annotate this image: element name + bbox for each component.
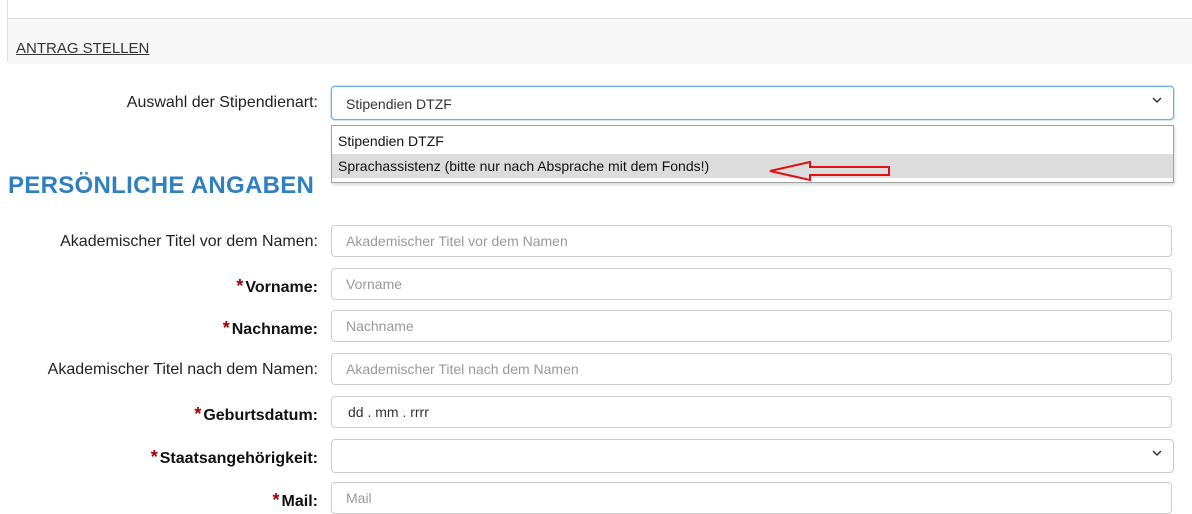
stipend-type-selected-value: Stipendien DTZF	[346, 96, 452, 112]
nationality-label-text: Staatsangehörigkeit:	[159, 450, 318, 467]
nationality-select[interactable]	[331, 439, 1174, 473]
chevron-down-icon	[1152, 450, 1162, 457]
title-before-label: Akademischer Titel vor dem Namen:	[60, 233, 318, 250]
antrag-stellen-link[interactable]: ANTRAG STELLEN	[16, 40, 149, 57]
application-panel	[7, 0, 1192, 64]
first-name-input[interactable]	[331, 268, 1172, 300]
required-marker: *	[236, 276, 244, 296]
section-heading: PERSÖNLICHE ANGABEN	[8, 172, 315, 199]
mail-label-text: Mail:	[281, 493, 318, 510]
birthdate-input[interactable]: dd . mm . rrrr	[331, 396, 1172, 428]
panel-header	[8, 18, 1192, 64]
stipend-type-select[interactable]: Stipendien DTZF	[331, 86, 1174, 120]
nationality-label: * Staatsangehörigkeit:	[151, 447, 318, 468]
dropdown-option-sprachassistenz[interactable]: Sprachassistenz (bitte nur nach Absprach…	[332, 154, 1173, 178]
title-after-input[interactable]	[331, 353, 1172, 385]
birthdate-label-text: Geburtsdatum:	[203, 407, 318, 424]
last-name-input[interactable]	[331, 310, 1172, 342]
title-before-input[interactable]	[331, 225, 1172, 257]
required-marker: *	[272, 490, 280, 510]
mail-label: * Mail:	[273, 490, 318, 511]
mail-input[interactable]	[331, 482, 1172, 514]
stipend-type-label: Auswahl der Stipendienart:	[126, 94, 318, 111]
last-name-label-text: Nachname:	[231, 321, 318, 338]
dropdown-option-dtzf[interactable]: Stipendien DTZF	[332, 129, 1173, 153]
first-name-label-text: Vorname:	[245, 279, 318, 296]
birthdate-label: * Geburtsdatum:	[194, 404, 318, 425]
first-name-label: * Vorname:	[236, 276, 318, 297]
title-after-label: Akademischer Titel nach dem Namen:	[47, 361, 318, 378]
stipend-type-dropdown: Stipendien DTZF Sprachassistenz (bitte n…	[331, 125, 1174, 183]
required-marker: *	[222, 318, 230, 338]
required-marker: *	[150, 447, 158, 467]
red-arrow-annotation	[769, 160, 890, 182]
required-marker: *	[194, 404, 202, 424]
last-name-label: * Nachname:	[223, 318, 318, 339]
birthdate-value: dd . mm . rrrr	[348, 404, 429, 420]
chevron-down-icon	[1152, 97, 1162, 104]
